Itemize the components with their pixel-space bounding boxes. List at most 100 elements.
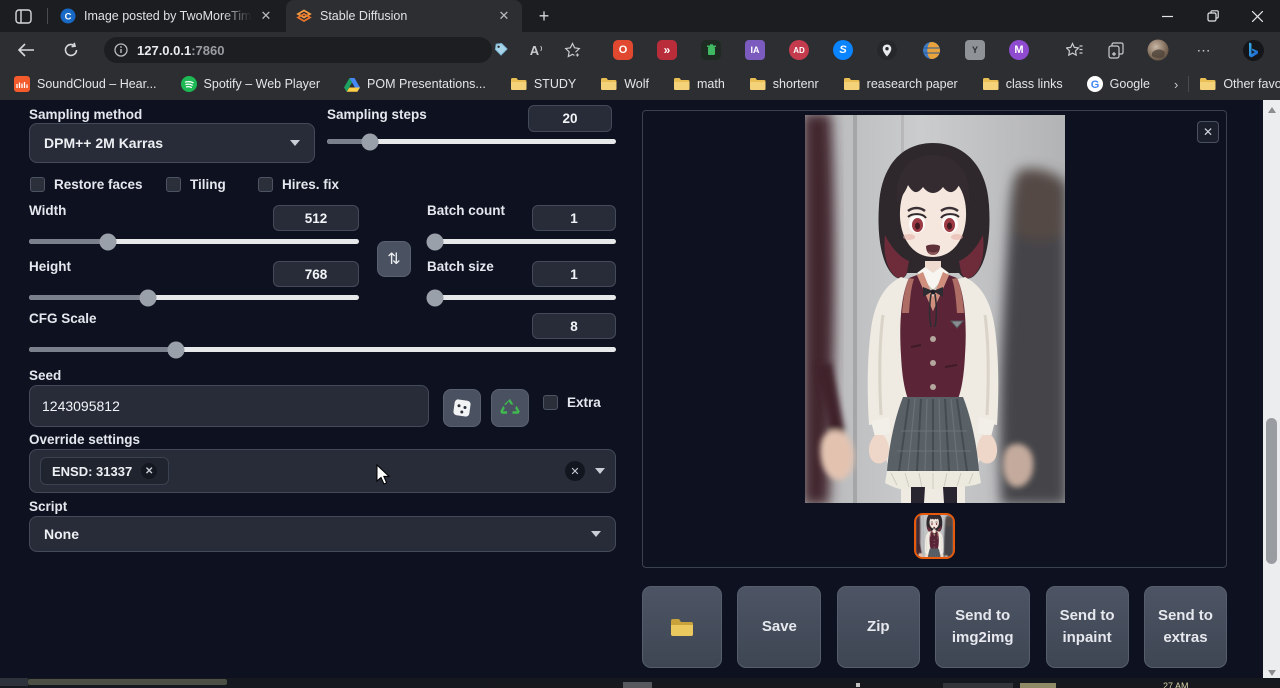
extension-pin-icon[interactable] — [876, 39, 898, 61]
shopping-tag-icon[interactable] — [490, 39, 512, 61]
restore-button[interactable] — [1190, 0, 1235, 32]
taskbar-app-icon[interactable] — [623, 682, 652, 688]
chip-remove-icon[interactable]: ✕ — [141, 463, 157, 479]
sampling-steps-slider[interactable] — [327, 139, 616, 144]
save-button[interactable]: Save — [737, 586, 821, 668]
slider-knob[interactable] — [426, 289, 443, 306]
hscrollbar-thumb[interactable] — [28, 679, 227, 685]
bookmarks-divider — [1188, 76, 1189, 92]
sampling-steps-value[interactable]: 20 — [528, 105, 612, 132]
extension-o-icon[interactable]: O — [612, 39, 634, 61]
bookmark-research-paper[interactable]: reasearch paper — [843, 77, 958, 91]
slider-knob[interactable] — [139, 289, 156, 306]
favorite-star-icon[interactable] — [561, 39, 583, 61]
slider-knob[interactable] — [426, 233, 443, 250]
profile-avatar[interactable] — [1146, 39, 1170, 61]
bookmark-pom[interactable]: POM Presentations... — [344, 77, 486, 92]
tray-chevron-icon[interactable] — [856, 683, 860, 687]
new-tab-button[interactable]: + — [533, 5, 555, 27]
tab-stable-diffusion[interactable]: Stable Diffusion ✕ — [286, 0, 522, 32]
gallery-thumbnail-selected[interactable] — [914, 513, 955, 559]
sampling-method-dropdown[interactable]: DPM++ 2M Karras — [29, 123, 315, 163]
collections-add-icon[interactable] — [1105, 39, 1127, 61]
clear-all-icon[interactable]: ✕ — [565, 461, 585, 481]
chevron-down-icon[interactable] — [595, 468, 605, 474]
bookmark-shortenr[interactable]: shortenr — [749, 77, 819, 91]
extension-trash-icon[interactable] — [700, 39, 722, 61]
back-icon[interactable] — [15, 39, 37, 61]
batch-size-value[interactable]: 1 — [532, 261, 616, 287]
swap-dimensions-button[interactable]: ⇅ — [377, 241, 411, 277]
bookmark-other-favorites[interactable]: Other favorites — [1199, 77, 1280, 91]
url-port: :7860 — [191, 43, 224, 58]
tab-image-posted[interactable]: C Image posted by TwoMoreTimes ✕ — [50, 0, 284, 32]
vertical-scrollbar[interactable] — [1263, 100, 1280, 682]
override-settings-box[interactable]: ENSD: 31337 ✕ ✕ — [29, 449, 616, 493]
slider-knob[interactable] — [100, 233, 117, 250]
random-seed-dice-button[interactable] — [443, 389, 481, 427]
send-to-extras-button[interactable]: Send to extras — [1144, 586, 1227, 668]
bookmarks-overflow-chevron[interactable]: › — [1174, 77, 1178, 92]
bookmark-spotify[interactable]: Spotify – Web Player — [181, 76, 321, 92]
bookmark-study[interactable]: STUDY — [510, 77, 576, 91]
bookmark-class-links[interactable]: class links — [982, 77, 1063, 91]
open-folder-button[interactable] — [642, 586, 722, 668]
script-dropdown[interactable]: None — [29, 516, 616, 552]
height-slider[interactable] — [29, 295, 359, 300]
language-indicator[interactable] — [1020, 683, 1056, 688]
slider-knob[interactable] — [362, 133, 379, 150]
cfg-scale-slider[interactable] — [29, 347, 616, 352]
bookmark-wolf[interactable]: Wolf — [600, 77, 649, 91]
generated-image[interactable] — [805, 115, 1065, 503]
extension-y-icon[interactable]: Y — [964, 39, 986, 61]
hires-fix-checkbox[interactable] — [258, 177, 273, 192]
zip-button[interactable]: Zip — [837, 586, 920, 668]
batch-count-value[interactable]: 1 — [532, 205, 616, 231]
height-value[interactable]: 768 — [273, 261, 359, 287]
collections-star-icon[interactable] — [1063, 39, 1085, 61]
gallery-close-button[interactable]: ✕ — [1197, 121, 1219, 143]
extra-checkbox[interactable] — [543, 395, 558, 410]
scrollbar-thumb[interactable] — [1266, 418, 1277, 564]
bing-copilot-icon[interactable] — [1240, 39, 1266, 61]
tiling-checkbox[interactable] — [166, 177, 181, 192]
extension-ia-icon[interactable]: IA — [744, 39, 766, 61]
tiling-option[interactable]: Tiling — [166, 177, 226, 192]
tray-icons[interactable] — [943, 683, 1013, 688]
scroll-up-icon[interactable] — [1263, 102, 1280, 117]
read-aloud-icon[interactable]: A⁾ — [525, 39, 547, 61]
address-bar[interactable]: 127.0.0.1:7860 — [104, 37, 492, 63]
width-value[interactable]: 512 — [273, 205, 359, 231]
extension-speed-icon[interactable]: » — [656, 39, 678, 61]
hires-fix-option[interactable]: Hires. fix — [258, 177, 339, 192]
extra-seed-option[interactable]: Extra — [543, 395, 601, 410]
site-info-icon[interactable] — [114, 43, 128, 57]
override-chip[interactable]: ENSD: 31337 ✕ — [40, 457, 169, 485]
extension-shazam-icon[interactable]: S — [832, 39, 854, 61]
restore-faces-option[interactable]: Restore faces — [30, 177, 143, 192]
seed-input[interactable] — [29, 385, 429, 427]
extension-globe-icon[interactable] — [920, 39, 942, 61]
batch-count-slider[interactable] — [427, 239, 616, 244]
close-window-button[interactable] — [1235, 0, 1280, 32]
cfg-scale-value[interactable]: 8 — [532, 313, 616, 339]
width-slider[interactable] — [29, 239, 359, 244]
bookmark-google[interactable]: G Google — [1087, 76, 1150, 92]
reuse-seed-recycle-button[interactable] — [491, 389, 529, 427]
extension-ad-icon[interactable]: AD — [788, 39, 810, 61]
tab-close-icon[interactable]: ✕ — [258, 8, 274, 24]
tab-close-icon[interactable]: ✕ — [496, 8, 512, 24]
send-to-inpaint-button[interactable]: Send to inpaint — [1046, 586, 1129, 668]
refresh-icon[interactable] — [60, 39, 82, 61]
minimize-button[interactable] — [1145, 0, 1190, 32]
workspaces-icon[interactable] — [12, 6, 34, 26]
send-to-img2img-button[interactable]: Send to img2img — [935, 586, 1030, 668]
more-menu-icon[interactable]: ⋯ — [1193, 39, 1215, 61]
bookmark-math[interactable]: math — [673, 77, 725, 91]
restore-faces-checkbox[interactable] — [30, 177, 45, 192]
extension-m-icon[interactable]: M — [1008, 39, 1030, 61]
folder-icon — [670, 618, 694, 637]
batch-size-slider[interactable] — [427, 295, 616, 300]
bookmark-soundcloud[interactable]: SoundCloud – Hear... — [14, 76, 157, 92]
slider-knob[interactable] — [167, 341, 184, 358]
